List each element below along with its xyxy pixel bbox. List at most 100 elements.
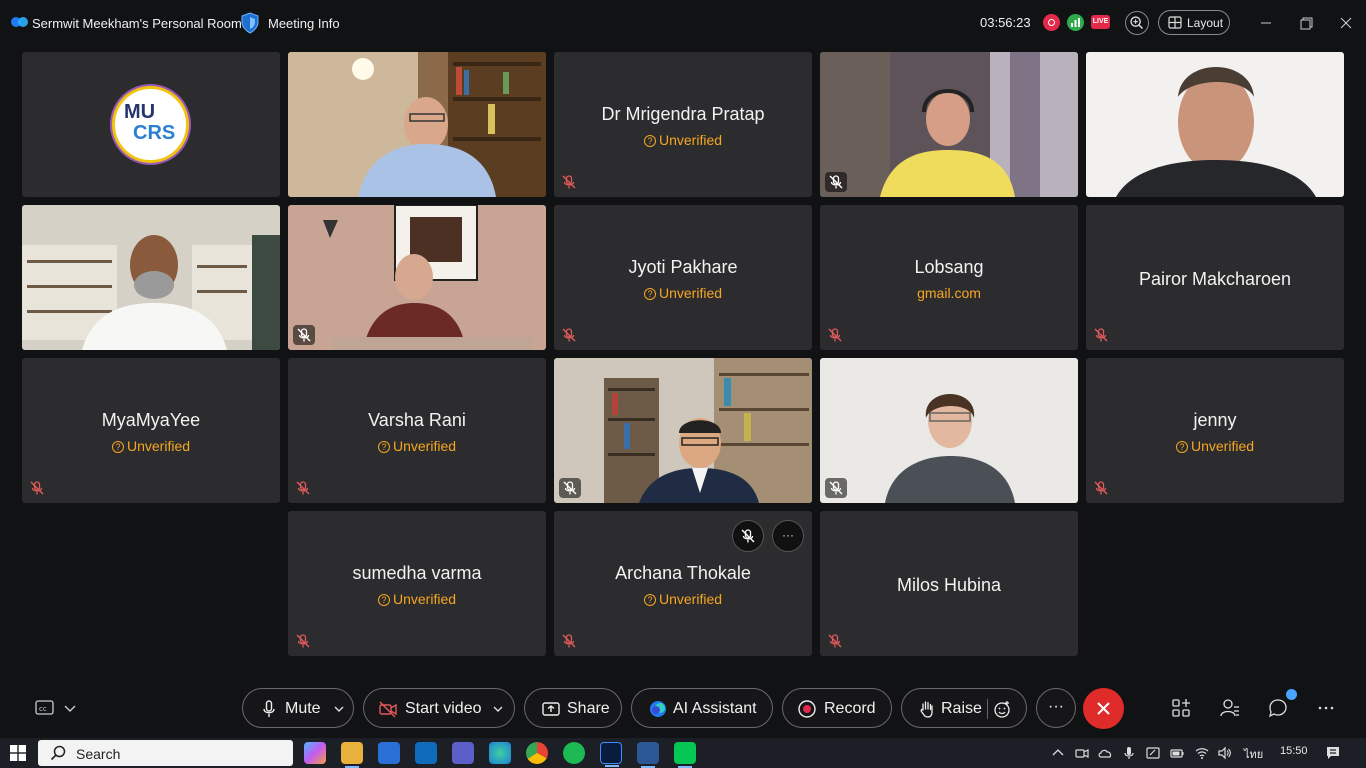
leave-meeting-button[interactable] [1083, 688, 1124, 729]
microphone-icon[interactable] [1122, 746, 1136, 760]
shield-icon[interactable] [240, 12, 260, 34]
tile-mute-button[interactable] [732, 520, 764, 552]
participant-video-tile[interactable] [820, 358, 1078, 503]
participant-video-tile[interactable] [288, 205, 546, 350]
participant-tile-jyoti[interactable]: Jyoti Pakhare ? Unverified [554, 205, 812, 350]
wifi-icon[interactable] [1195, 746, 1209, 760]
participant-status-text: Unverified [1190, 438, 1255, 454]
minimize-icon[interactable] [1255, 12, 1277, 34]
divider [987, 699, 988, 719]
start-video-button[interactable]: Start video [363, 688, 515, 728]
record-button[interactable]: Record [782, 688, 892, 728]
participant-name: Milos Hubina [896, 575, 1002, 595]
mic-muted-icon [296, 634, 310, 648]
pen-tablet-icon[interactable] [1146, 746, 1160, 760]
share-button[interactable]: Share [524, 688, 622, 728]
edge-icon[interactable] [489, 742, 511, 764]
close-icon[interactable] [1335, 12, 1357, 34]
participant-tile-mrigendra[interactable]: Dr Mrigendra Pratap ? Unverified [554, 52, 812, 197]
unverified-icon: ? [643, 288, 656, 300]
unverified-icon: ? [643, 135, 656, 147]
battery-icon[interactable] [1170, 746, 1184, 760]
mic-muted-icon [828, 328, 842, 342]
participant-name: Jyoti Pakhare [628, 257, 738, 277]
meeting-info-link[interactable]: Meeting Info [268, 16, 340, 31]
system-clock[interactable]: 15:50 [1280, 745, 1308, 757]
unverified-icon: ? [111, 441, 124, 453]
mic-muted-icon [559, 478, 581, 498]
participant-tile-milos[interactable]: Milos Hubina [820, 511, 1078, 656]
unverified-icon: ? [1175, 441, 1188, 453]
participant-tile-sumedha[interactable]: sumedha varma ? Unverified [288, 511, 546, 656]
participant-status-text: Unverified [658, 285, 723, 301]
mic-muted-icon [825, 478, 847, 498]
participant-tile-mucrs[interactable]: MU CRS [22, 52, 280, 197]
mute-button[interactable]: Mute [242, 688, 354, 728]
ai-assistant-button[interactable]: AI Assistant [631, 688, 773, 728]
more-options-button[interactable]: ··· [1036, 688, 1076, 728]
layout-button[interactable]: Layout [1158, 10, 1230, 35]
ai-assistant-icon [650, 701, 666, 717]
raise-label: Raise [941, 700, 982, 717]
participant-status-text: Unverified [392, 591, 457, 607]
participant-status-text: Unverified [126, 438, 191, 454]
chevron-down-icon[interactable] [333, 703, 345, 715]
closed-captions-icon[interactable]: cc [30, 698, 80, 718]
participant-tile-pairor[interactable]: Pairor Makcharoen [1086, 205, 1344, 350]
network-health-icon[interactable] [1067, 14, 1084, 31]
microphone-icon [263, 700, 275, 717]
notifications-icon[interactable] [1325, 745, 1341, 761]
participant-tile-myamyayee[interactable]: MyaMyaYee ? Unverified [22, 358, 280, 503]
raise-hand-icon [920, 701, 933, 718]
participant-tile-varsha[interactable]: Varsha Rani ? Unverified [288, 358, 546, 503]
raise-hand-button[interactable]: Raise [901, 688, 1027, 728]
line-icon[interactable] [674, 742, 696, 768]
webex-icon[interactable] [600, 742, 622, 767]
onedrive-icon[interactable] [1098, 746, 1112, 760]
participant-video-tile[interactable] [288, 52, 546, 197]
more-label: ··· [1048, 698, 1064, 715]
participant-name: MyaMyaYee [101, 410, 201, 430]
taskbar-search-input[interactable]: Search [38, 740, 293, 766]
restore-icon[interactable] [1295, 12, 1317, 34]
live-badge: LIVE [1091, 15, 1110, 29]
word-icon[interactable] [637, 742, 659, 768]
unverified-icon: ? [377, 594, 390, 606]
chrome-icon[interactable] [526, 742, 548, 764]
participant-video-tile[interactable] [22, 205, 280, 350]
start-video-label: Start video [405, 700, 482, 717]
meeting-toolbar: cc Mute Start video Share AI Assistant R… [0, 680, 1366, 736]
participants-icon[interactable] [1219, 697, 1241, 719]
participant-tile-jenny[interactable]: jenny ? Unverified [1086, 358, 1344, 503]
participant-name: Pairor Makcharoen [1138, 269, 1292, 289]
participant-video-tile[interactable] [820, 52, 1078, 197]
reactions-icon[interactable] [992, 699, 1012, 719]
chat-icon[interactable] [1267, 697, 1289, 719]
more-options-icon[interactable] [1315, 697, 1337, 719]
volume-icon[interactable] [1218, 746, 1232, 760]
chevron-down-icon[interactable] [492, 703, 504, 715]
microsoft-store-icon[interactable] [378, 742, 400, 764]
zoom-icon[interactable] [1125, 11, 1149, 35]
title-bar: Sermwit Meekham's Personal Room Meeting … [0, 0, 1366, 46]
tile-more-button[interactable]: ··· [772, 520, 804, 552]
file-explorer-icon[interactable] [341, 742, 363, 768]
input-language[interactable]: ไทย [1244, 745, 1263, 763]
mic-muted-icon [296, 481, 310, 495]
participant-name: Varsha Rani [368, 410, 466, 430]
participant-tile-lobsang[interactable]: Lobsang gmail.com [820, 205, 1078, 350]
windows-start-icon[interactable] [10, 745, 26, 761]
participant-video-tile[interactable] [1086, 52, 1344, 197]
participant-video-tile[interactable] [554, 358, 812, 503]
participant-status-text: Unverified [658, 591, 723, 607]
copilot-icon[interactable] [304, 742, 326, 764]
outlook-icon[interactable] [415, 742, 437, 764]
unverified-icon: ? [377, 441, 390, 453]
teams-icon[interactable] [452, 742, 474, 764]
camera-usage-icon[interactable] [1075, 746, 1089, 760]
apps-icon[interactable] [1170, 697, 1192, 719]
spotify-icon[interactable] [563, 742, 585, 764]
chevron-up-icon[interactable] [1051, 746, 1065, 760]
participant-tile-archana[interactable]: ··· Archana Thokale ? Unverified [554, 511, 812, 656]
participant-status: ? Unverified [288, 591, 546, 607]
